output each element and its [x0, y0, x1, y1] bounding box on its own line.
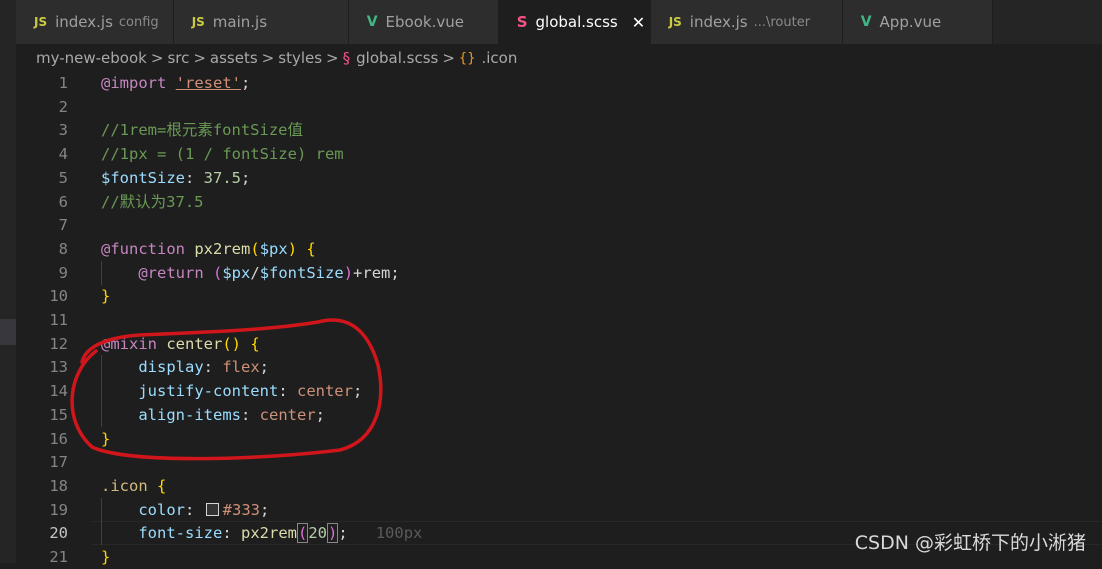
breadcrumb: my-new-ebook > src > assets > styles > § glob… — [36, 45, 517, 71]
chevron-right-icon: > — [442, 49, 455, 67]
code-text: //1px = (1 / fontSize) rem — [101, 145, 344, 164]
close-icon[interactable]: ✕ — [632, 13, 645, 32]
line-number: 14 — [49, 382, 68, 401]
code-text: display: flex; — [138, 358, 269, 377]
code-text: font-size: px2rem(20); 100px — [138, 523, 423, 544]
line-number: 20 — [49, 524, 68, 543]
watermark: CSDN @彩虹桥下的小淅猪 — [854, 532, 1086, 554]
code-line[interactable]: 6 //默认为37.5 — [0, 190, 1102, 214]
chevron-right-icon: > — [261, 49, 275, 67]
code-line[interactable]: 7 — [0, 213, 1102, 237]
color-swatch[interactable] — [205, 502, 219, 516]
code-text: @mixin center() { — [101, 334, 260, 353]
js-file-icon: JS — [668, 15, 682, 29]
breadcrumb-item[interactable]: .icon — [481, 49, 517, 67]
tab-description: ...\router — [753, 14, 811, 30]
line-number: 19 — [49, 500, 68, 519]
js-file-icon: JS — [191, 15, 205, 29]
tab-label: global.scss — [535, 13, 618, 31]
vue-file-icon: V — [860, 14, 872, 30]
line-number: 1 — [58, 74, 68, 92]
line-number: 12 — [49, 334, 68, 353]
symbol-class-icon: {} — [458, 50, 476, 66]
tab-app-vue[interactable]: V App.vue — [842, 0, 993, 44]
line-number: 8 — [58, 239, 68, 258]
tab-description: config — [118, 14, 159, 30]
tab-label: Ebook.vue — [385, 13, 464, 31]
code-line[interactable]: 16} — [0, 427, 1102, 451]
code-line[interactable]: 12 @mixin center() { — [0, 332, 1102, 356]
line-number: 9 — [58, 263, 68, 282]
tab-main-js[interactable]: JS main.js — [173, 0, 349, 44]
line-number: 13 — [49, 358, 68, 377]
code-line[interactable]: 5 $fontSize: 37.5; — [0, 166, 1102, 190]
code-line[interactable]: 19 color: #333; — [0, 497, 1102, 522]
code-line[interactable]: 3 //1rem=根元素fontSize值 — [0, 118, 1102, 142]
breadcrumb-item[interactable]: assets — [210, 49, 258, 67]
code-line[interactable]: 2 — [0, 95, 1102, 119]
code-line[interactable]: 17 — [0, 450, 1102, 474]
code-text: } — [101, 287, 111, 306]
editor-tab-bar: JS index.js config JS main.js V Ebook.vu… — [16, 0, 1102, 44]
line-number: 15 — [49, 405, 68, 424]
scss-file-icon: § — [342, 49, 351, 67]
code-text: align-items: center; — [138, 405, 325, 424]
tab-index-js-config[interactable]: JS index.js config — [16, 0, 174, 44]
breadcrumb-item[interactable]: my-new-ebook — [36, 49, 147, 67]
line-number: 7 — [58, 216, 68, 235]
vue-file-icon: V — [366, 14, 378, 30]
code-line[interactable]: 4 //1px = (1 / fontSize) rem — [0, 142, 1102, 166]
tab-index-js-router[interactable]: JS index.js ...\router — [650, 0, 843, 44]
code-line[interactable]: 15 align-items: center; — [0, 402, 1102, 427]
chevron-right-icon: > — [150, 49, 164, 67]
code-line[interactable]: 11 — [0, 308, 1102, 332]
line-number: 2 — [58, 97, 68, 116]
code-line[interactable]: 14 justify-content: center; — [0, 379, 1102, 404]
code-text: @import 'reset'; — [101, 74, 251, 92]
code-text: //1rem=根元素fontSize值 — [101, 121, 303, 140]
tab-label: main.js — [212, 13, 268, 31]
inline-hint: 100px — [375, 524, 423, 543]
code-line[interactable]: 13 display: flex; — [0, 355, 1102, 380]
chevron-right-icon: > — [326, 49, 339, 67]
line-number: 10 — [49, 287, 68, 306]
code-line[interactable]: 18 .icon { — [0, 474, 1102, 498]
line-number: 11 — [49, 311, 68, 329]
line-number: 4 — [58, 145, 68, 164]
line-number: 3 — [58, 121, 68, 140]
code-text: color: #333; — [138, 500, 270, 519]
tab-label: index.js — [689, 13, 748, 31]
tab-ebook-vue[interactable]: V Ebook.vue — [348, 0, 499, 44]
line-number: 21 — [49, 548, 68, 566]
code-text: .icon { — [101, 476, 167, 495]
js-file-icon: JS — [34, 15, 48, 29]
tab-label: index.js — [55, 13, 113, 31]
chevron-right-icon: > — [193, 49, 206, 67]
line-number: 18 — [49, 476, 68, 495]
line-number: 5 — [58, 168, 68, 187]
code-text: justify-content: center; — [138, 382, 363, 401]
code-text: } — [101, 429, 111, 448]
code-line[interactable]: 8 @function px2rem($px) { — [0, 237, 1102, 261]
line-number: 16 — [49, 429, 68, 448]
code-text: //默认为37.5 — [101, 192, 204, 211]
tab-label: App.vue — [879, 13, 942, 31]
code-line[interactable]: 9 @return ($px/$fontSize)+rem; — [0, 260, 1102, 285]
code-text: @return ($px/$fontSize)+rem; — [138, 263, 400, 282]
breadcrumb-item[interactable]: global.scss — [356, 49, 438, 67]
breadcrumb-item[interactable]: styles — [278, 49, 322, 67]
code-line[interactable]: 10} — [0, 284, 1102, 308]
breadcrumb-item[interactable]: src — [167, 49, 189, 67]
tab-global-scss[interactable]: S global.scss ✕ — [498, 0, 651, 44]
line-number: 6 — [58, 192, 68, 211]
code-editor[interactable]: 1 @import 'reset'; 2 3 //1rem=根元素fontSize值 4 /… — [0, 71, 1102, 566]
code-text: } — [101, 548, 111, 566]
code-line[interactable]: 1 @import 'reset'; — [0, 71, 1102, 95]
scss-file-icon: S — [516, 13, 528, 31]
line-number: 17 — [49, 453, 68, 472]
code-text: $fontSize: 37.5; — [101, 168, 251, 187]
code-text: @function px2rem($px) { — [101, 239, 316, 258]
